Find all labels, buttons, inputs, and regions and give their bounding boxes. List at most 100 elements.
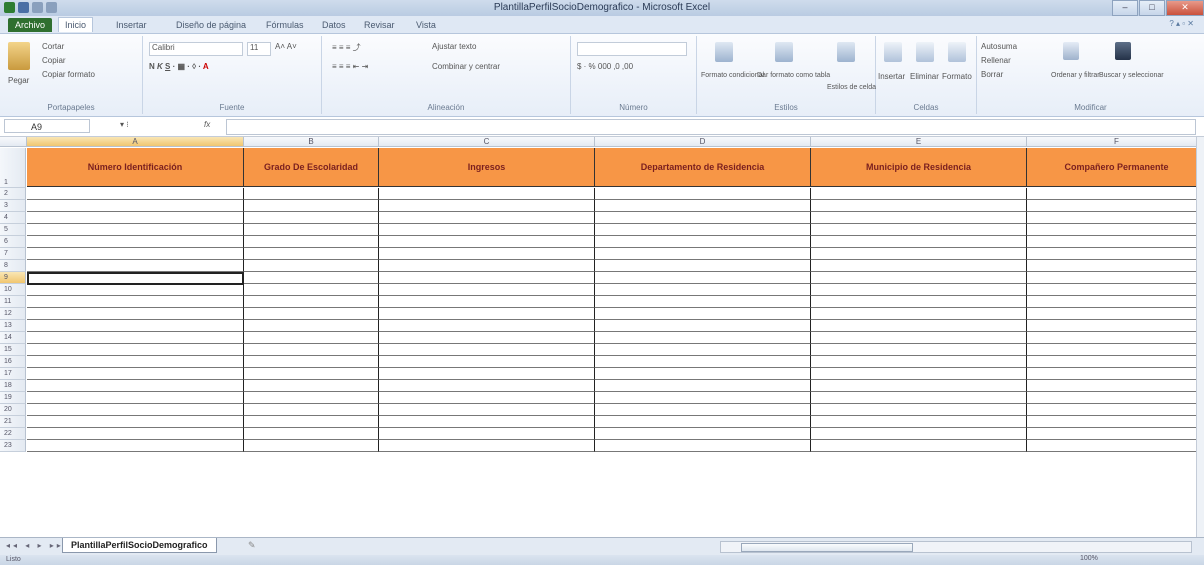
table-cell[interactable] [379,212,595,224]
table-cell[interactable] [811,212,1027,224]
font-name-select[interactable]: Calibri [149,42,243,56]
paste-icon[interactable] [8,42,30,70]
table-cell[interactable] [379,356,595,368]
header-cell[interactable]: Departamento de Residencia [595,148,811,187]
minimize-button[interactable]: – [1112,0,1138,16]
table-cell[interactable] [27,380,244,392]
horizontal-scrollbar[interactable] [720,541,1192,553]
table-cell[interactable] [244,428,379,440]
table-cell[interactable] [811,404,1027,416]
align-left-icon[interactable]: ≡ ≡ ≡ ⇤ ⇥ [332,62,368,71]
column-header[interactable]: A [27,137,244,147]
tab-data[interactable]: Datos [316,18,352,32]
table-cell[interactable] [1027,308,1196,320]
table-cell[interactable] [27,296,244,308]
table-cell[interactable] [379,368,595,380]
row-header[interactable]: 4 [0,212,26,224]
zoom-level[interactable]: 100% [1080,555,1098,562]
table-cell[interactable] [595,200,811,212]
table-cell[interactable] [244,248,379,260]
clear-button[interactable]: Borrar [981,70,1003,79]
table-cell[interactable] [1027,236,1196,248]
table-cell[interactable] [379,224,595,236]
column-header[interactable]: F [1027,137,1196,147]
table-cell[interactable] [27,440,244,452]
table-cell[interactable] [27,248,244,260]
table-cell[interactable] [811,368,1027,380]
table-cell[interactable] [1027,428,1196,440]
table-cell[interactable] [1027,296,1196,308]
table-cell[interactable] [1027,416,1196,428]
row-header[interactable]: 7 [0,248,26,260]
table-cell[interactable] [1027,212,1196,224]
table-cell[interactable] [595,404,811,416]
table-cell[interactable] [379,272,595,284]
row-header[interactable]: 14 [0,332,26,344]
table-cell[interactable] [27,392,244,404]
column-header[interactable]: B [244,137,379,147]
formula-input[interactable] [226,119,1196,135]
row-header[interactable]: 1 [0,148,26,188]
table-cell[interactable] [27,356,244,368]
table-cell[interactable] [379,332,595,344]
table-cell[interactable] [379,200,595,212]
table-cell[interactable] [811,356,1027,368]
table-cell[interactable] [379,392,595,404]
fill-button[interactable]: Rellenar [981,56,1011,65]
table-cell[interactable] [595,296,811,308]
tab-review[interactable]: Revisar [358,18,401,32]
row-header[interactable]: 22 [0,428,26,440]
insert-cells-icon[interactable] [884,42,902,62]
table-cell[interactable] [379,404,595,416]
table-cell[interactable] [811,392,1027,404]
select-all-corner[interactable] [0,137,27,147]
table-cell[interactable] [811,260,1027,272]
table-cell[interactable] [244,356,379,368]
row-header[interactable]: 6 [0,236,26,248]
table-cell[interactable] [244,380,379,392]
table-cell[interactable] [595,332,811,344]
find-select-button[interactable]: Buscar y seleccionar [1099,72,1164,79]
copy-button[interactable]: Copiar [42,56,66,65]
table-cell[interactable] [811,320,1027,332]
tab-view[interactable]: Vista [410,18,442,32]
header-cell[interactable]: Número Identificación [27,148,244,187]
table-cell[interactable] [27,200,244,212]
table-cell[interactable] [379,440,595,452]
table-cell[interactable] [27,236,244,248]
table-cell[interactable] [811,380,1027,392]
table-cell[interactable] [595,356,811,368]
table-cell[interactable] [811,308,1027,320]
find-binoculars-icon[interactable] [1115,42,1131,60]
autosum-button[interactable]: Autosuma [981,42,1017,51]
spreadsheet-grid[interactable]: A Número Identificación B Grado De Escolari… [0,137,1196,537]
table-cell[interactable] [595,284,811,296]
table-cell[interactable] [244,404,379,416]
table-cell[interactable] [811,428,1027,440]
table-cell[interactable] [244,200,379,212]
row-header[interactable]: 15 [0,344,26,356]
wrap-text-button[interactable]: Ajustar texto [432,42,476,51]
table-cell[interactable] [595,248,811,260]
table-cell[interactable] [244,416,379,428]
table-cell[interactable] [1027,344,1196,356]
table-cell[interactable] [27,332,244,344]
table-cell[interactable] [1027,284,1196,296]
table-cell[interactable] [811,224,1027,236]
tab-insert[interactable]: Insertar [110,18,153,32]
table-cell[interactable] [1027,404,1196,416]
cut-button[interactable]: Cortar [42,42,64,51]
table-cell[interactable] [595,428,811,440]
table-cell[interactable] [244,260,379,272]
table-cell[interactable] [27,428,244,440]
table-cell[interactable] [27,320,244,332]
row-header[interactable]: 18 [0,380,26,392]
format-button[interactable]: Formato [942,72,972,81]
table-cell[interactable] [1027,320,1196,332]
table-cell[interactable] [379,260,595,272]
table-cell[interactable] [811,332,1027,344]
grow-font-icon[interactable]: A˄ A˅ [275,42,297,51]
table-cell[interactable] [595,392,811,404]
table-cell[interactable] [244,212,379,224]
row-header[interactable]: 12 [0,308,26,320]
